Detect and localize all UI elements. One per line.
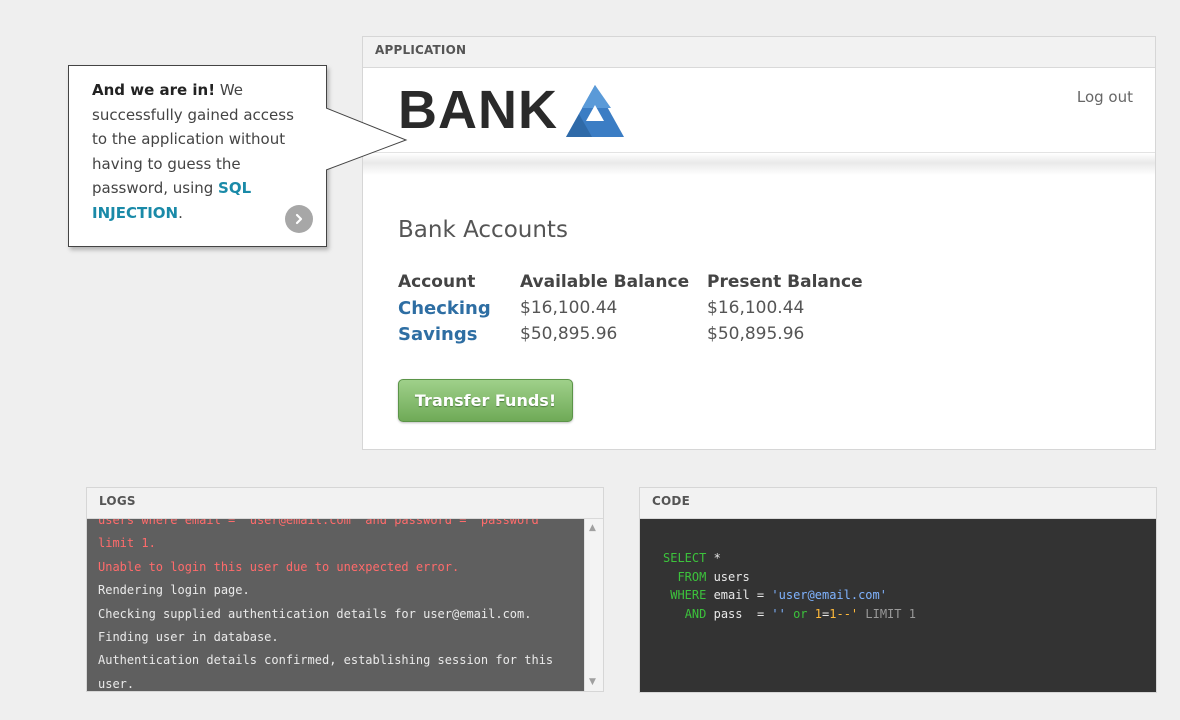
- callout-bold-lead: And we are in!: [92, 81, 216, 99]
- logout-link[interactable]: Log out: [1077, 88, 1133, 106]
- accounts-table: Account Available Balance Present Balanc…: [398, 269, 863, 347]
- account-link-savings[interactable]: Savings: [398, 321, 520, 347]
- log-line: Checking supplied authentication details…: [98, 606, 532, 621]
- column-header-present: Present Balance: [707, 272, 863, 292]
- header-shadow-divider: [363, 153, 1155, 175]
- code-output: SELECT * FROM users WHERE email = 'user@…: [640, 519, 1156, 692]
- log-line: Rendering login page.: [98, 583, 250, 598]
- logs-output[interactable]: users where email = 'user@email.com' and…: [87, 519, 584, 691]
- available-balance: $16,100.44: [520, 298, 618, 318]
- bank-logo[interactable]: BANK: [398, 82, 626, 138]
- sql-string: '': [771, 606, 786, 621]
- log-line: Authentication details confirmed, establ…: [98, 653, 554, 668]
- available-balance: $50,895.96: [520, 324, 618, 344]
- present-balance: $50,895.96: [707, 324, 805, 344]
- logo-text: BANK: [398, 80, 558, 140]
- sql-comment: --': [836, 606, 859, 621]
- chevron-right-icon: [295, 213, 303, 225]
- sql-text: users: [706, 569, 750, 584]
- sql-query: SELECT * FROM users WHERE email = 'user@…: [663, 549, 916, 623]
- column-header-available: Available Balance: [520, 272, 690, 292]
- table-row: Savings $50,895.96 $50,895.96: [398, 321, 863, 347]
- log-line: limit 1.: [98, 536, 156, 551]
- next-step-button[interactable]: [285, 205, 313, 233]
- sql-keyword: WHERE: [670, 588, 707, 603]
- sql-keyword: AND: [684, 606, 707, 621]
- tutorial-callout: And we are in! We successfully gained ac…: [68, 65, 327, 247]
- sql-text: email =: [706, 588, 772, 603]
- code-panel: CODE SELECT * FROM users WHERE email = '…: [639, 487, 1157, 693]
- arrow-down-icon[interactable]: ▼: [589, 677, 596, 687]
- panel-header-code: CODE: [640, 488, 1156, 519]
- log-line: users where email = 'user@email.com' and…: [98, 519, 546, 527]
- sql-keyword: SELECT: [663, 551, 707, 565]
- log-line: Unable to login this user due to unexpec…: [98, 559, 460, 574]
- log-line: user.: [98, 676, 135, 691]
- sql-string: 'user@email.com': [771, 588, 887, 603]
- panel-header-application: APPLICATION: [363, 37, 1155, 68]
- logs-panel: LOGS users where email = 'user@email.com…: [86, 487, 604, 692]
- sql-text: *: [706, 551, 721, 565]
- application-panel: APPLICATION BANK Log out Bank Accounts A…: [362, 36, 1156, 450]
- log-lines: users where email = 'user@email.com' and…: [98, 519, 553, 691]
- sql-number: 1: [814, 606, 822, 621]
- account-link-checking[interactable]: Checking: [398, 295, 520, 321]
- sql-keyword: or: [785, 606, 815, 621]
- bank-header: BANK Log out: [363, 68, 1155, 153]
- code-line-2: FROM users: [663, 568, 916, 587]
- transfer-funds-button[interactable]: Transfer Funds!: [398, 379, 573, 422]
- column-header-account: Account: [398, 272, 476, 292]
- accounts-title: Bank Accounts: [398, 217, 568, 243]
- panel-header-logs: LOGS: [87, 488, 603, 519]
- logs-scrollbar[interactable]: ▲ ▼: [584, 519, 603, 691]
- code-line-1: SELECT *: [663, 549, 916, 568]
- code-line-3: WHERE email = 'user@email.com': [663, 586, 916, 605]
- table-header-row: Account Available Balance Present Balanc…: [398, 269, 863, 295]
- sql-text: pass =: [706, 606, 772, 621]
- arrow-up-icon[interactable]: ▲: [589, 523, 596, 533]
- triangle-logo-icon: [566, 85, 624, 137]
- sql-text: LIMIT 1: [858, 606, 916, 621]
- present-balance: $16,100.44: [707, 298, 805, 318]
- log-line: Finding user in database.: [98, 630, 279, 645]
- table-row: Checking $16,100.44 $16,100.44: [398, 295, 863, 321]
- callout-pointer: [326, 108, 408, 171]
- code-line-4: AND pass = '' or 1=1--' LIMIT 1: [663, 605, 916, 624]
- sql-keyword: FROM: [677, 569, 707, 584]
- callout-text: And we are in! We successfully gained ac…: [92, 81, 294, 222]
- callout-period: .: [178, 203, 183, 222]
